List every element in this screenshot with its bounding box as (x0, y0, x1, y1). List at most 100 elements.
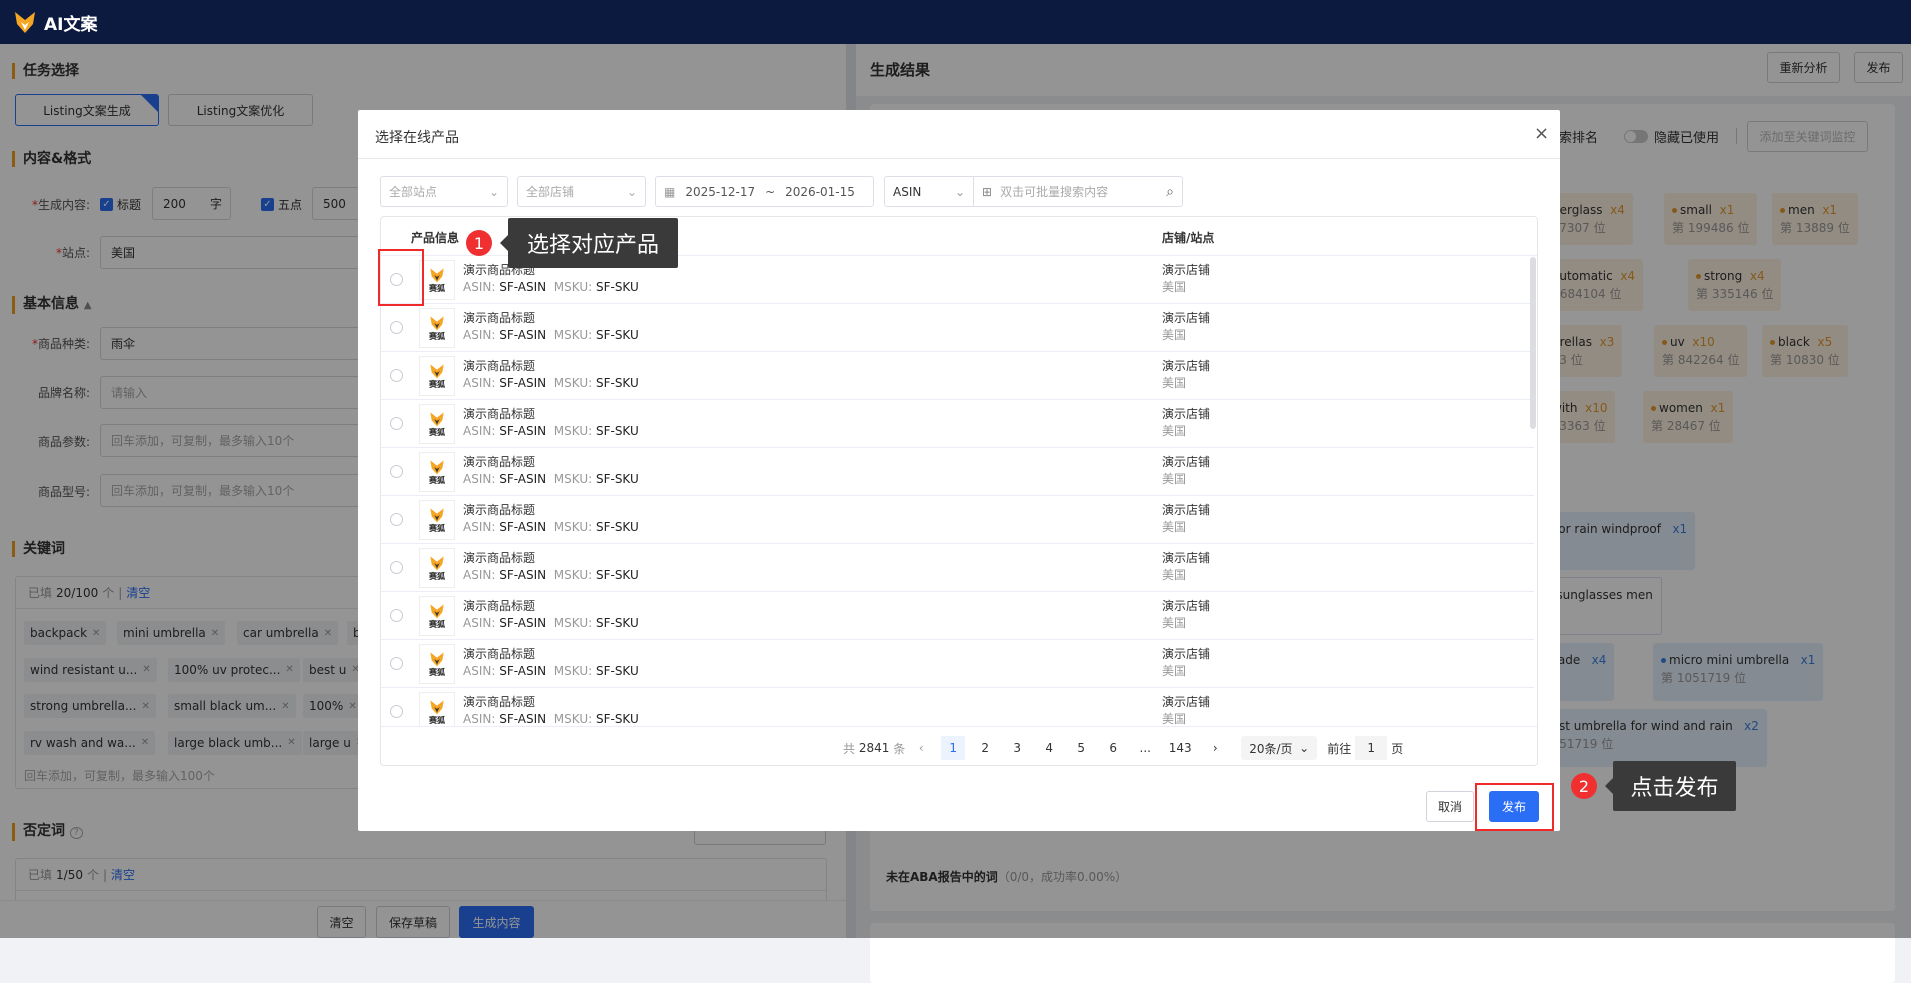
grid-icon: ⊞ (982, 184, 993, 199)
table-scrollbar[interactable] (1530, 257, 1536, 429)
product-ids: ASIN: SF-ASIN MSKU: SF-SKU (463, 712, 639, 726)
app-title: AI文案 (44, 14, 98, 35)
product-thumbnail: 赛狐 (419, 356, 455, 396)
fox-logo-icon (430, 315, 444, 330)
store-name: 演示店铺 (1162, 551, 1211, 565)
select-radio[interactable] (390, 417, 403, 430)
product-ids: ASIN: SF-ASIN MSKU: SF-SKU (463, 664, 639, 678)
product-row[interactable]: 赛狐 演示商品标题 ASIN: SF-ASIN MSKU: SF-SKU 演示店… (381, 400, 1534, 448)
store-name: 演示店铺 (1162, 647, 1211, 661)
fox-logo-icon (430, 699, 444, 714)
page-1[interactable]: 1 (941, 736, 966, 760)
fox-logo-icon (430, 363, 444, 378)
store-name: 演示店铺 (1162, 263, 1211, 277)
fox-logo-icon (430, 651, 444, 666)
product-table: 产品信息 店铺/站点 赛狐 演示商品标题 ASIN: SF-ASIN MSKU:… (380, 216, 1538, 766)
product-thumbnail: 赛狐 (419, 596, 455, 636)
product-title: 演示商品标题 (463, 503, 536, 517)
select-radio[interactable] (390, 465, 403, 478)
title-divider (358, 158, 1560, 159)
fox-logo-icon (430, 267, 444, 282)
store-site: 美国 (1162, 376, 1187, 390)
product-row[interactable]: 赛狐 演示商品标题 ASIN: SF-ASIN MSKU: SF-SKU 演示店… (381, 640, 1534, 688)
product-title: 演示商品标题 (463, 407, 536, 421)
store-site: 美国 (1162, 568, 1187, 582)
highlight-first-radio (378, 249, 424, 306)
product-ids: ASIN: SF-ASIN MSKU: SF-SKU (463, 280, 639, 294)
product-row[interactable]: 赛狐 演示商品标题 ASIN: SF-ASIN MSKU: SF-SKU 演示店… (381, 304, 1534, 352)
store-filter[interactable]: 全部店铺 ⌄ (517, 176, 646, 207)
select-radio[interactable] (390, 705, 403, 718)
prev-page-icon[interactable]: ‹ (909, 736, 933, 760)
page-143[interactable]: 143 (1165, 736, 1195, 760)
date-range-picker[interactable]: ▦ 2025-12-17 ~2026-01-15 (655, 176, 874, 207)
goto-page-input[interactable]: 1 (1355, 736, 1388, 760)
product-ids: ASIN: SF-ASIN MSKU: SF-SKU (463, 424, 639, 438)
page-ellipsis[interactable]: ... (1133, 736, 1157, 760)
product-title: 演示商品标题 (463, 359, 536, 373)
table-divider (381, 726, 1537, 727)
product-title: 演示商品标题 (463, 311, 536, 325)
fox-logo-icon (430, 603, 444, 618)
store-name: 演示店铺 (1162, 695, 1211, 709)
store-site: 美国 (1162, 616, 1187, 630)
product-thumbnail: 赛狐 (419, 500, 455, 540)
product-row[interactable]: 赛狐 演示商品标题 ASIN: SF-ASIN MSKU: SF-SKU 演示店… (381, 544, 1534, 592)
product-thumbnail: 赛狐 (419, 308, 455, 348)
store-name: 演示店铺 (1162, 503, 1211, 517)
product-row[interactable]: 赛狐 演示商品标题 ASIN: SF-ASIN MSKU: SF-SKU 演示店… (381, 448, 1534, 496)
batch-search-input[interactable]: ⊞ 双击可批量搜索内容 ⌕ (973, 176, 1183, 207)
product-thumbnail: 赛狐 (419, 404, 455, 444)
page-size-select[interactable]: 20条/页 ⌄ (1241, 736, 1318, 760)
modal-title: 选择在线产品 (375, 130, 459, 146)
select-radio[interactable] (390, 657, 403, 670)
next-page-icon[interactable]: › (1203, 736, 1227, 760)
chevron-down-icon: ⌄ (954, 184, 965, 199)
product-ids: ASIN: SF-ASIN MSKU: SF-SKU (463, 328, 639, 342)
store-site: 美国 (1162, 280, 1187, 294)
select-radio[interactable] (390, 513, 403, 526)
store-name: 演示店铺 (1162, 455, 1211, 469)
highlight-publish-button (1475, 783, 1554, 831)
product-ids: ASIN: SF-ASIN MSKU: SF-SKU (463, 520, 639, 534)
product-ids: ASIN: SF-ASIN MSKU: SF-SKU (463, 472, 639, 486)
pagination: 共 2841 条 ‹ 1 2 3 4 5 6... 143 › 20条/页 ⌄ 前往 1 页 (843, 736, 1403, 760)
fox-logo-icon (430, 507, 444, 522)
select-radio[interactable] (390, 369, 403, 382)
select-radio[interactable] (390, 609, 403, 622)
product-thumbnail: 赛狐 (419, 548, 455, 588)
search-type-select[interactable]: ASIN ⌄ (884, 176, 974, 207)
chevron-down-icon: ⌄ (1299, 741, 1310, 755)
product-row[interactable]: 赛狐 演示商品标题 ASIN: SF-ASIN MSKU: SF-SKU 演示店… (381, 352, 1534, 400)
store-site: 美国 (1162, 328, 1187, 342)
select-radio[interactable] (390, 321, 403, 334)
fox-logo-icon (430, 555, 444, 570)
product-row[interactable]: 赛狐 演示商品标题 ASIN: SF-ASIN MSKU: SF-SKU 演示店… (381, 496, 1534, 544)
close-icon[interactable]: × (1534, 123, 1549, 144)
product-thumbnail: 赛狐 (419, 452, 455, 492)
select-radio[interactable] (390, 561, 403, 574)
product-thumbnail: 赛狐 (419, 644, 455, 684)
site-filter[interactable]: 全部站点 ⌄ (380, 176, 508, 207)
page-2[interactable]: 2 (973, 736, 997, 760)
fox-logo-icon (15, 12, 35, 33)
store-name: 演示店铺 (1162, 599, 1211, 613)
product-ids: ASIN: SF-ASIN MSKU: SF-SKU (463, 568, 639, 582)
product-row[interactable]: 赛狐 演示商品标题 ASIN: SF-ASIN MSKU: SF-SKU 演示店… (381, 592, 1534, 640)
callout-text-1: 选择对应产品 (500, 218, 678, 268)
product-row[interactable]: 赛狐 演示商品标题 ASIN: SF-ASIN MSKU: SF-SKU 演示店… (381, 688, 1534, 726)
product-title: 演示商品标题 (463, 695, 536, 709)
cancel-button[interactable]: 取消 (1426, 791, 1474, 822)
calendar-icon: ▦ (664, 184, 676, 199)
total-count: 2841 (858, 741, 890, 755)
page-5[interactable]: 5 (1069, 736, 1093, 760)
page-4[interactable]: 4 (1037, 736, 1061, 760)
product-thumbnail: 赛狐 (419, 260, 455, 300)
product-title: 演示商品标题 (463, 647, 536, 661)
app-header: AI文案 (0, 0, 1911, 44)
page-6[interactable]: 6 (1101, 736, 1125, 760)
store-name: 演示店铺 (1162, 407, 1211, 421)
product-thumbnail: 赛狐 (419, 692, 455, 726)
callout-number-2: 2 (1571, 773, 1597, 799)
page-3[interactable]: 3 (1005, 736, 1029, 760)
